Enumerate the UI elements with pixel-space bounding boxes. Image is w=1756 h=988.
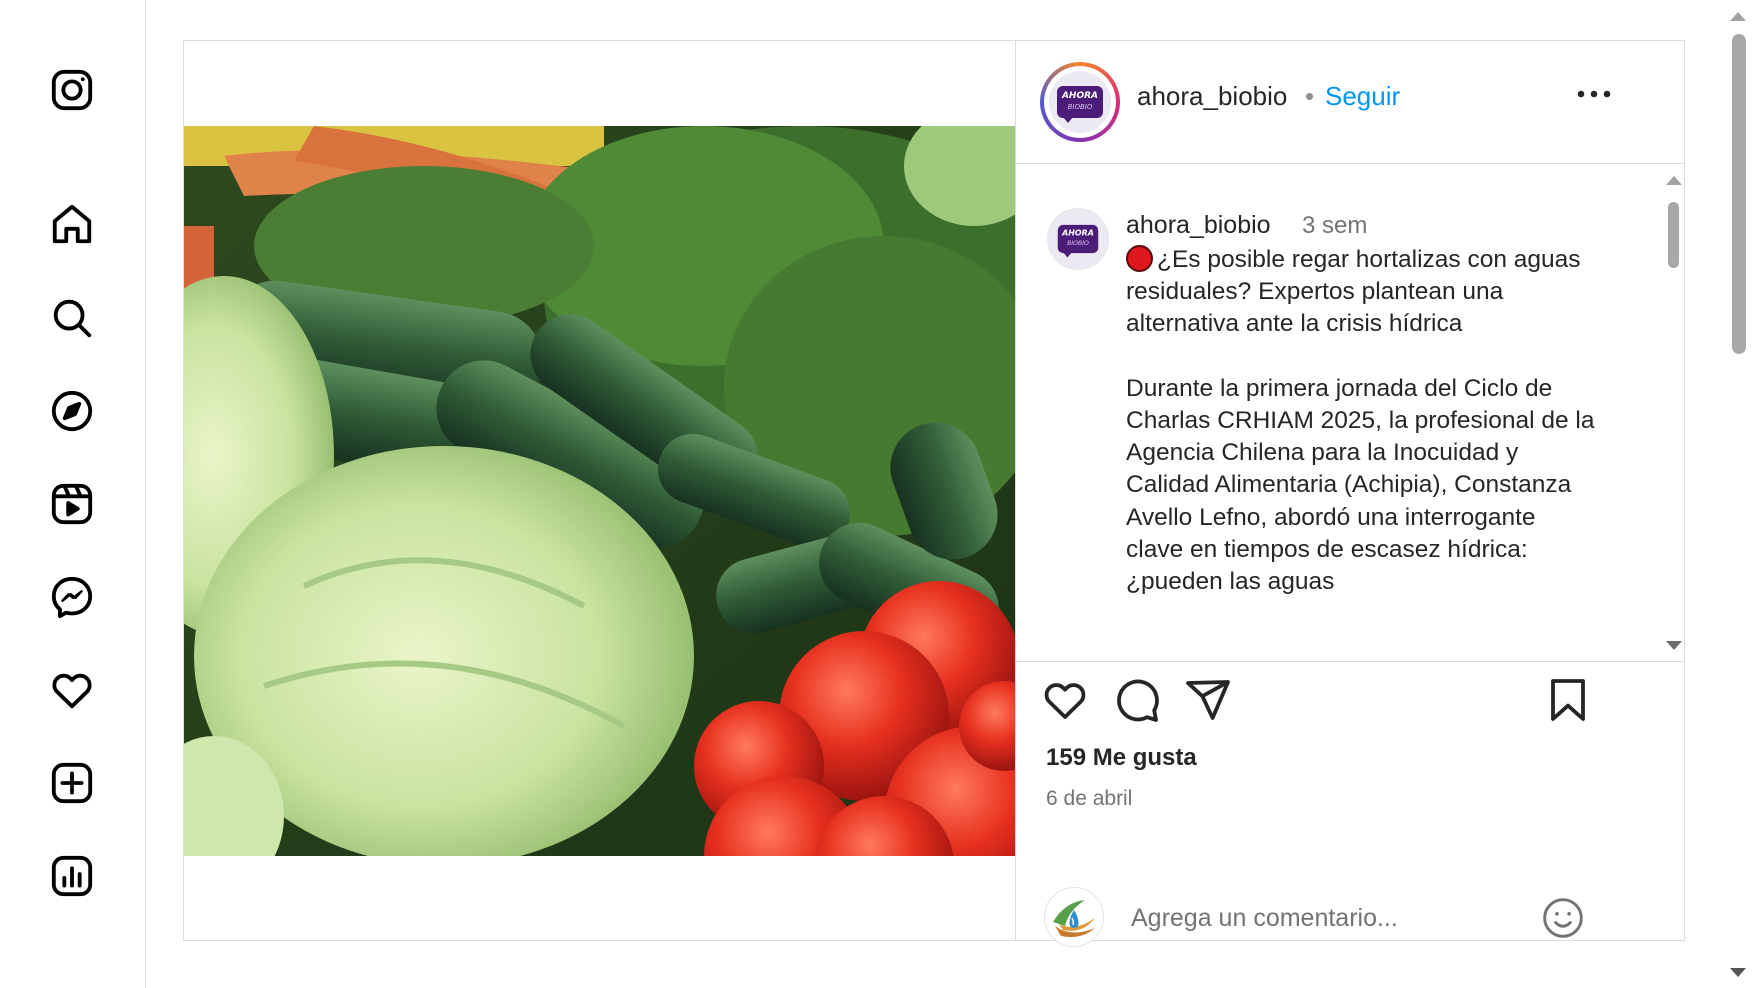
author-avatar-image: AHORA BIOBIO: [1049, 71, 1111, 133]
page-scrollbar[interactable]: [1720, 0, 1756, 988]
author-username-link[interactable]: ahora_biobio: [1137, 81, 1287, 112]
page-scroll-up-arrow-icon[interactable]: [1730, 12, 1746, 21]
caption-body: ¿Es posible regar hortalizas con aguas r…: [1126, 246, 1595, 596]
logo-text-main: AHORA: [1061, 91, 1099, 101]
comment-bubble-icon[interactable]: [1111, 674, 1163, 726]
save-bookmark-icon[interactable]: [1542, 674, 1594, 726]
notifications-heart-icon[interactable]: [46, 664, 98, 716]
post-media: [184, 41, 1016, 940]
scroll-up-arrow-icon[interactable]: [1666, 176, 1682, 185]
more-options-icon[interactable]: [1574, 79, 1614, 109]
caption-username-link[interactable]: ahora_biobio: [1126, 211, 1271, 240]
follow-button[interactable]: Seguir: [1325, 81, 1400, 112]
red-circle-emoji-icon: [1126, 245, 1153, 272]
dashboard-icon[interactable]: [46, 850, 98, 902]
ahora-biobio-logo: AHORA BIOBIO: [1057, 86, 1103, 123]
likes-count[interactable]: 159 Me gusta: [1046, 744, 1197, 772]
author-avatar[interactable]: AHORA BIOBIO: [1040, 62, 1120, 142]
current-user-avatar: [1044, 887, 1104, 947]
search-icon[interactable]: [46, 292, 98, 344]
logo-text-sub: BIOBIO: [1067, 239, 1089, 247]
comment-input[interactable]: [1131, 899, 1561, 937]
caption-author-avatar[interactable]: AHORA BIOBIO: [1047, 208, 1109, 270]
caption-text: ¿Es posible regar hortalizas con aguas r…: [1126, 244, 1596, 598]
comment-composer: [1015, 869, 1684, 947]
create-plus-icon[interactable]: [46, 757, 98, 809]
scrollbar-thumb[interactable]: [1668, 202, 1679, 268]
explore-icon[interactable]: [46, 385, 98, 437]
page-scroll-down-arrow-icon[interactable]: [1730, 968, 1746, 977]
post-date[interactable]: 6 de abril: [1046, 787, 1132, 811]
like-heart-icon[interactable]: [1039, 674, 1091, 726]
messenger-icon[interactable]: [46, 571, 98, 623]
emoji-picker-icon[interactable]: [1538, 893, 1588, 943]
share-send-icon[interactable]: [1182, 674, 1234, 726]
caption-scrollbar[interactable]: [1662, 164, 1684, 661]
logo-text-main: AHORA: [1062, 229, 1094, 239]
home-icon[interactable]: [46, 198, 98, 250]
scroll-down-arrow-icon[interactable]: [1666, 641, 1682, 650]
instagram-logo-icon[interactable]: [46, 64, 98, 116]
sidebar-nav: [0, 0, 146, 988]
caption-scroll-area[interactable]: AHORA BIOBIO ahora_biobio 3 sem ¿Es posi…: [1015, 164, 1684, 662]
page-scrollbar-thumb[interactable]: [1732, 34, 1746, 354]
ahora-biobio-logo: AHORA BIOBIO: [1057, 224, 1099, 258]
post-actions: [1015, 666, 1684, 736]
separator-dot: •: [1305, 81, 1315, 111]
reels-icon[interactable]: [46, 478, 98, 530]
post-header: AHORA BIOBIO ahora_biobio • Seguir: [1015, 41, 1684, 164]
caption-timestamp[interactable]: 3 sem: [1302, 212, 1367, 240]
post-card: AHORA BIOBIO ahora_biobio • Seguir AHORA…: [183, 40, 1685, 947]
vegetables-photo[interactable]: [184, 126, 1015, 856]
logo-text-sub: BIOBIO: [1067, 103, 1093, 111]
post-sidebar: AHORA BIOBIO ahora_biobio • Seguir AHORA…: [1015, 41, 1684, 947]
